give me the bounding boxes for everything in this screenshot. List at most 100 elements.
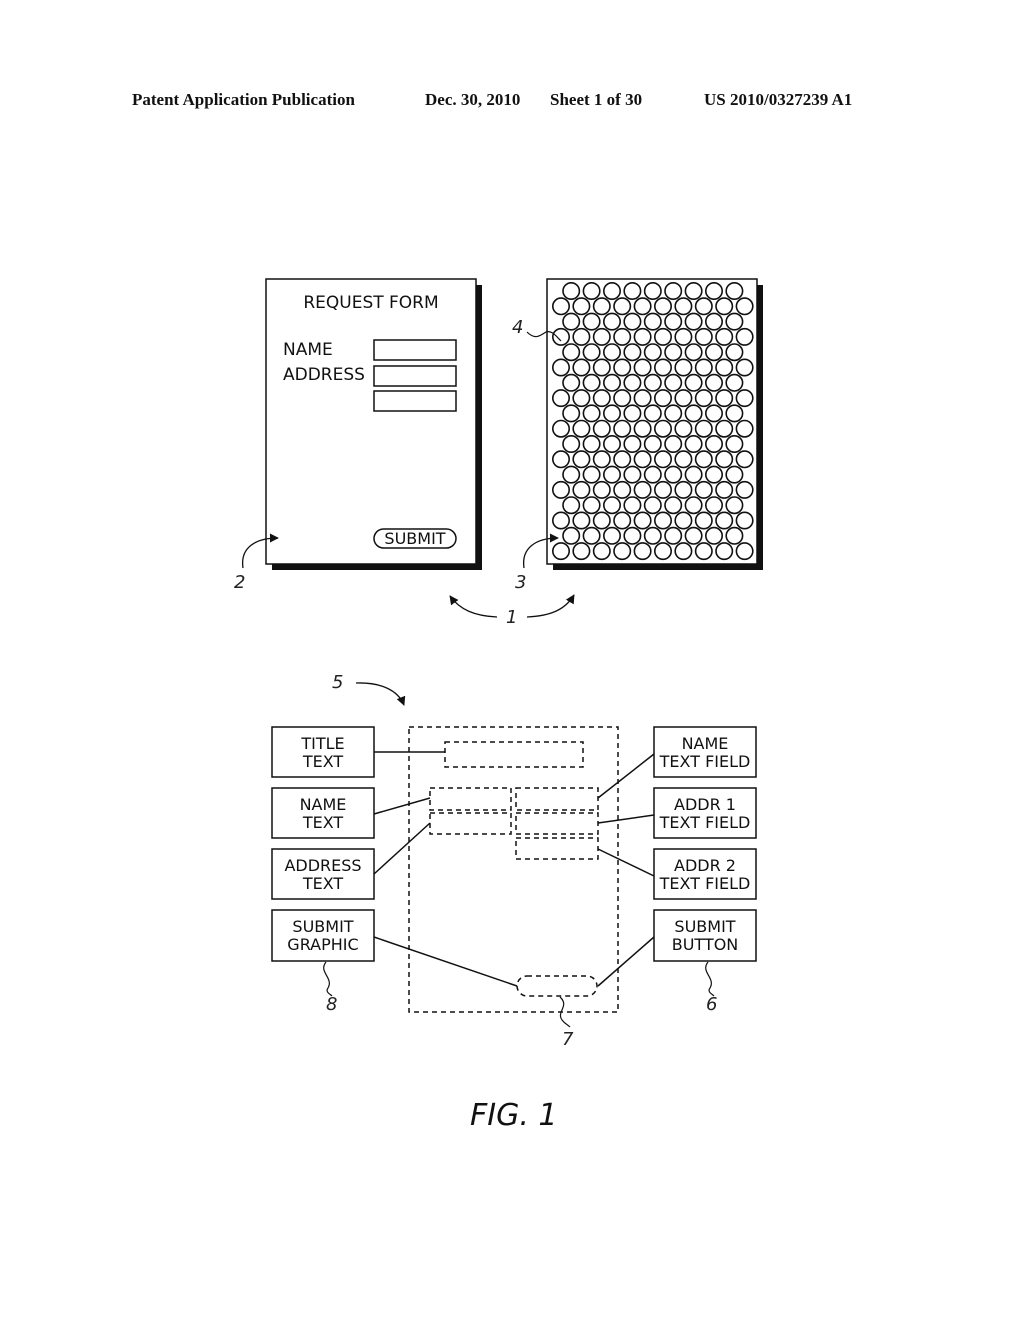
ref-numeral-1: 1: [506, 607, 517, 628]
box-line2: GRAPHIC: [287, 935, 358, 954]
tag-circle: [704, 496, 723, 515]
tag-circle: [643, 526, 662, 545]
tag-circle: [704, 281, 723, 300]
tag-circle: [582, 373, 601, 392]
tag-circle: [715, 389, 734, 408]
ref-numeral-2: 2: [234, 572, 245, 593]
element-box-submit-graphic: SUBMIT GRAPHIC: [271, 909, 375, 962]
tag-circle: [674, 358, 693, 377]
tag-circle: [674, 542, 693, 561]
tag-circle: [735, 542, 754, 561]
box-line1: NAME: [300, 795, 347, 814]
tag-circle: [643, 465, 662, 484]
tag-circle: [562, 373, 581, 392]
tag-circle: [684, 343, 703, 362]
box-line1: ADDRESS: [284, 856, 361, 875]
tag-circle: [653, 327, 672, 346]
tag-circle: [664, 496, 683, 515]
tag-circle: [582, 281, 601, 300]
tag-circle: [725, 496, 744, 515]
connector-submit-graphic: [373, 936, 518, 987]
tag-circle: [602, 526, 621, 545]
tag-circle: [613, 542, 632, 561]
tag-circle: [572, 358, 591, 377]
tag-circle: [735, 297, 754, 316]
tag-circle: [684, 496, 703, 515]
tag-circle: [582, 496, 601, 515]
connector-addr2-field: [597, 848, 655, 877]
tag-circle: [582, 312, 601, 331]
tag-circle: [592, 511, 611, 530]
element-box-name-text-field: NAME TEXT FIELD: [653, 726, 757, 778]
tag-circle: [725, 343, 744, 362]
tag-circle: [725, 373, 744, 392]
tag-circle: [623, 281, 642, 300]
tag-circle: [572, 480, 591, 499]
box-line1: SUBMIT: [292, 917, 353, 936]
tag-circle: [704, 373, 723, 392]
figure-caption: FIG. 1: [470, 1098, 558, 1133]
tag-circle: [735, 480, 754, 499]
tag-circle: [694, 450, 713, 469]
tag-circle: [725, 281, 744, 300]
tag-circle: [592, 297, 611, 316]
element-box-addr1-text-field: ADDR 1 TEXT FIELD: [653, 787, 757, 839]
form-name-field: [373, 339, 457, 361]
tag-circle: [613, 297, 632, 316]
tag-circle: [715, 358, 734, 377]
tag-circle: [715, 450, 734, 469]
layout-addr1-field-zone: [515, 812, 599, 835]
tag-circle: [592, 358, 611, 377]
tag-circle: [704, 404, 723, 423]
tag-circle: [653, 511, 672, 530]
tag-circle: [633, 297, 652, 316]
ref-arrow-5: [355, 682, 406, 706]
form-title: REQUEST FORM: [303, 293, 438, 313]
element-box-addr2-text-field: ADDR 2 TEXT FIELD: [653, 848, 757, 900]
tag-circle: [664, 281, 683, 300]
tag-circle: [643, 434, 662, 453]
tag-circle: [551, 297, 570, 316]
ref-numeral-5: 5: [332, 672, 343, 693]
tag-circle: [643, 343, 662, 362]
tag-circle: [562, 281, 581, 300]
tag-circle: [592, 480, 611, 499]
tag-circle: [551, 419, 570, 438]
tag-circle: [684, 465, 703, 484]
tag-circle: [582, 526, 601, 545]
tag-circle: [653, 297, 672, 316]
box-line2: TEXT: [302, 752, 344, 771]
ref-numeral-3: 3: [515, 572, 526, 593]
tag-circle: [684, 404, 703, 423]
layout-name-text-zone: [429, 787, 512, 811]
tag-circle: [592, 327, 611, 346]
tag-circle: [592, 450, 611, 469]
tag-circle: [602, 404, 621, 423]
connector-addr1-field: [597, 814, 655, 824]
form-address-label: ADDRESS: [283, 365, 365, 385]
tag-circle: [684, 281, 703, 300]
connector-submit-button: [597, 936, 655, 987]
tag-circle: [704, 312, 723, 331]
tag-circle: [664, 404, 683, 423]
tag-circle: [653, 480, 672, 499]
tag-circle: [643, 404, 662, 423]
ref-numeral-7: 7: [562, 1029, 574, 1050]
tag-circle: [674, 480, 693, 499]
box-line1: NAME: [682, 734, 729, 753]
tag-circle: [582, 434, 601, 453]
tag-circle: [613, 327, 632, 346]
connector-address-text: [373, 822, 431, 875]
element-box-address-text: ADDRESS TEXT: [271, 848, 375, 900]
box-line1: SUBMIT: [674, 917, 735, 936]
form-page: REQUEST FORM NAME ADDRESS SUBMIT: [265, 278, 482, 570]
tag-circle: [592, 389, 611, 408]
form-name-label: NAME: [283, 340, 333, 360]
tag-circle: [715, 297, 734, 316]
tag-circle: [623, 404, 642, 423]
right-element-boxes: NAME TEXT FIELD ADDR 1 TEXT FIELD ADDR 2…: [653, 726, 757, 962]
tag-circle: [613, 419, 632, 438]
tag-circle: [664, 465, 683, 484]
tag-circle: [674, 511, 693, 530]
tag-circle: [684, 526, 703, 545]
